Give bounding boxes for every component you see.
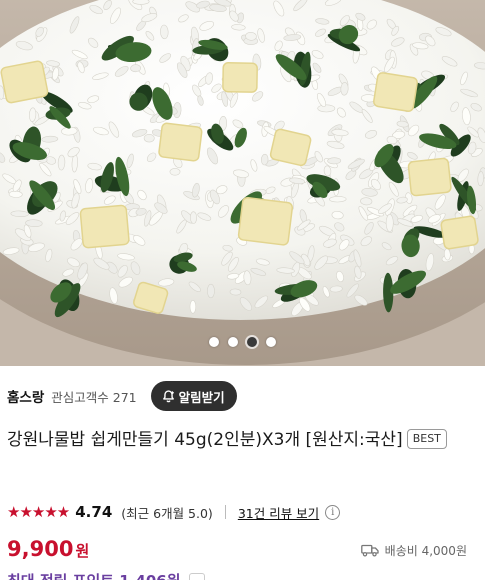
carousel-dot[interactable] xyxy=(228,337,238,347)
reviews-link[interactable]: 31건 리뷰 보기 xyxy=(238,503,319,522)
points-text: 최대 적립 포인트 1,406원 xyxy=(7,572,181,580)
truck-icon xyxy=(360,544,379,557)
star-rating-icon: ★★★★★ xyxy=(7,503,70,521)
carousel-dot[interactable] xyxy=(247,337,257,347)
notify-label: 알림받기 xyxy=(178,389,225,405)
bell-plus-icon xyxy=(162,389,174,402)
divider xyxy=(224,505,226,519)
shipping-fee: 배송비 4,000원 xyxy=(360,542,467,559)
product-title-text: 강원나물밥 쉽게만들기 45g(2인분)X3개 [원산지:국산] xyxy=(7,430,403,450)
rice-bowl-photo xyxy=(0,0,485,366)
carousel-indicator[interactable] xyxy=(0,337,485,347)
seller-name[interactable]: 홈스랑 xyxy=(7,386,44,406)
product-image[interactable] xyxy=(0,0,485,366)
price-unit: 원 xyxy=(75,542,90,560)
carousel-dot[interactable] xyxy=(209,337,219,347)
rating-score: 4.74 xyxy=(75,503,113,521)
notify-button[interactable]: 알림받기 xyxy=(150,381,237,411)
recent-rating: (최근 6개월 5.0) xyxy=(121,505,213,521)
seller-row: 홈스랑 관심고객수 271 알림받기 xyxy=(7,380,237,412)
seller-fans: 관심고객수 271 xyxy=(51,387,136,406)
shipping-label: 배송비 4,000원 xyxy=(384,544,467,558)
price: 9,900 원 xyxy=(7,537,89,561)
best-badge: BEST xyxy=(406,429,447,449)
fans-count: 271 xyxy=(112,389,137,405)
rating-row: ★★★★★ 4.74 (최근 6개월 5.0) 31건 리뷰 보기 i xyxy=(7,501,341,523)
product-title: 강원나물밥 쉽게만들기 45g(2인분)X3개 [원산지:국산] BEST xyxy=(7,426,477,454)
fans-label: 관심고객수 xyxy=(51,389,109,405)
price-amount: 9,900 xyxy=(7,537,74,561)
carousel-dot[interactable] xyxy=(266,337,276,347)
max-points[interactable]: 최대 적립 포인트 1,406원 xyxy=(7,570,205,580)
info-icon[interactable]: i xyxy=(325,504,341,520)
chevron-down-icon xyxy=(188,573,205,580)
